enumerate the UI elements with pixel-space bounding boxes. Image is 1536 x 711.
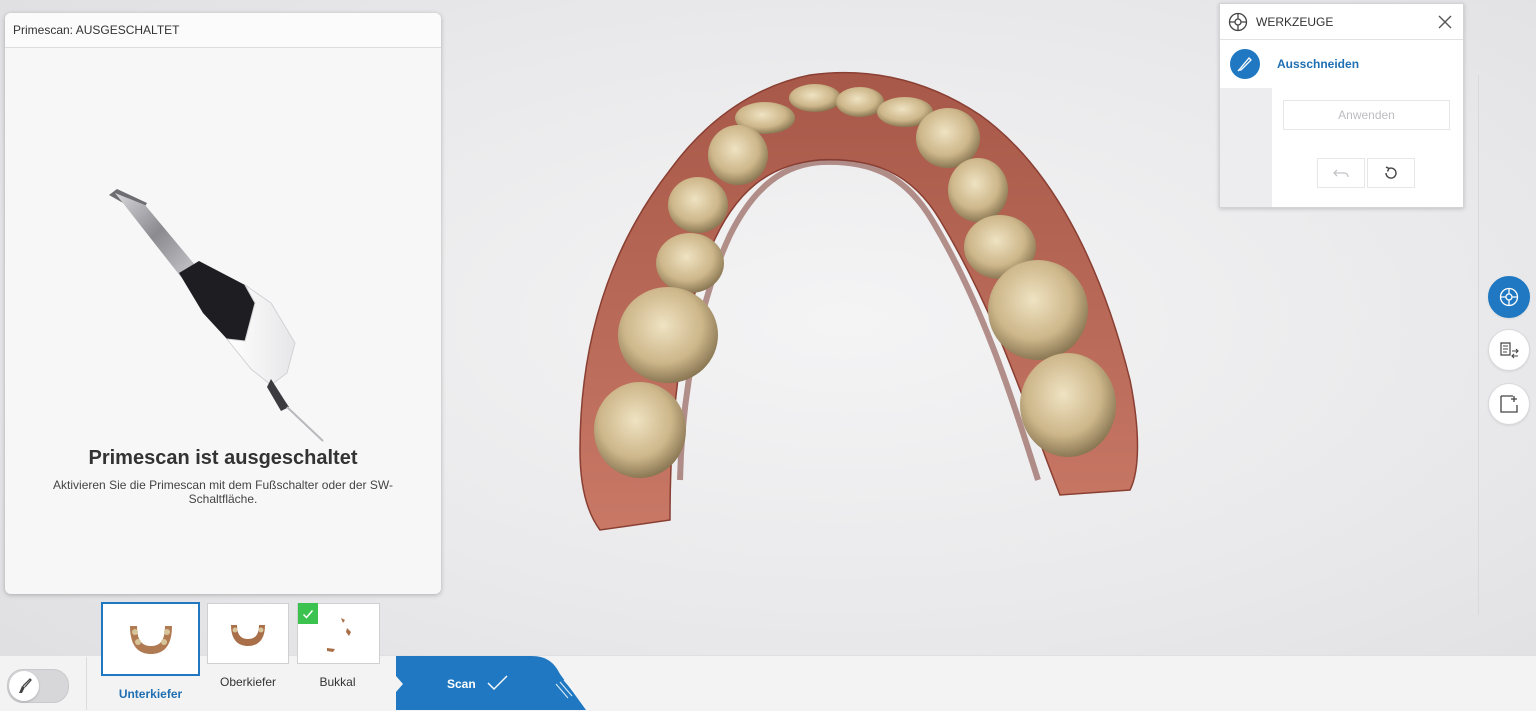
completed-check-badge [298,603,318,624]
scan-step-label: Scan [447,677,476,691]
tools-panel-header: WERKZEUGE [1220,4,1463,40]
tooth [594,382,686,478]
reset-button[interactable] [1367,158,1415,188]
tooth [836,87,884,117]
catalog-item-oberkiefer[interactable] [207,603,289,664]
tooth [708,125,768,185]
catalog-label-bukkal: Bukkal [319,675,356,689]
model-edit-button[interactable] [1488,329,1530,371]
tool-cut-button[interactable] [1230,49,1260,79]
tooth [668,177,728,233]
bottom-bar-divider [86,657,87,710]
lower-jaw-3d-model[interactable] [560,60,1160,540]
tooth [988,260,1088,360]
tooth [1020,353,1116,457]
scanner-status-panel: Primescan: AUSGESCHALTET Primescan ist a… [5,13,441,594]
tools-panel-title: WERKZEUGE [1256,14,1334,29]
model-edit-icon [1500,342,1519,359]
scanner-status-description: Aktivieren Sie die Primescan mit dem Fuß… [53,478,393,506]
scalpel-icon [1237,57,1252,72]
scanner-status-title: Primescan ist ausgeschaltet [88,447,358,469]
toggle-knob [9,671,39,701]
close-icon[interactable] [1437,14,1453,30]
add-region-icon [1500,395,1518,413]
add-region-button[interactable] [1488,383,1530,425]
checkmark-icon [487,675,508,690]
tooth [656,233,724,293]
catalog-label-oberkiefer: Oberkiefer [219,675,277,689]
reset-icon [1385,166,1397,179]
upper-jaw-thumbnail [231,624,265,646]
scan-step-button[interactable]: Scan [396,656,586,710]
scanner-panel-header: Primescan: AUSGESCHALTET [5,13,441,48]
lower-jaw-thumbnail [129,626,172,654]
tools-icon [1228,12,1248,31]
catalog-label-unterkiefer: Unterkiefer [118,687,183,701]
tool-cut-label: Ausschneiden [1277,57,1360,71]
catalog-item-unterkiefer[interactable] [101,602,200,676]
undo-button[interactable] [1317,158,1365,188]
tools-side-strip [1220,88,1272,207]
tooth [916,108,980,168]
intraoral-scanner-illustration [109,189,324,442]
tools-icon [1499,287,1519,307]
tooth [618,287,718,383]
tool-cut-item[interactable]: Ausschneiden [1230,49,1359,79]
apply-button[interactable]: Anwenden [1283,100,1450,130]
tooth [948,158,1008,222]
undo-icon [1333,169,1349,178]
tools-toggle-button[interactable] [1488,276,1530,318]
scanner-toggle[interactable] [7,669,69,703]
checkmark-icon [302,609,314,619]
tooth [789,84,841,112]
tools-panel: WERKZEUGE Ausschneiden Anwenden [1219,3,1464,208]
scanner-icon [19,678,32,693]
right-toolbar-rail [1478,75,1479,615]
buccal-thumbnail [326,617,351,652]
